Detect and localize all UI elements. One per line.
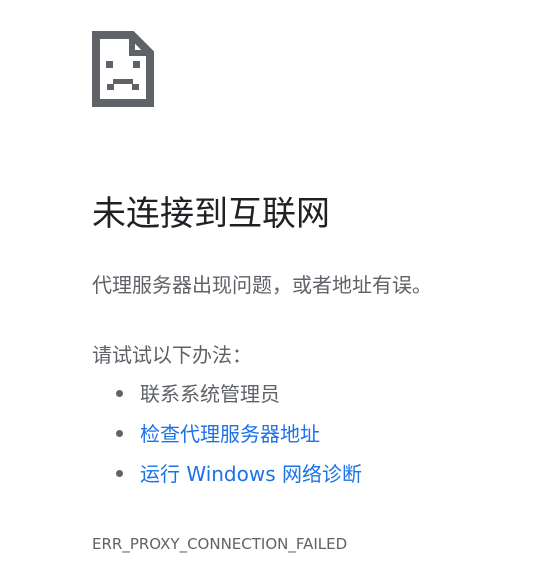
sad-page-icon — [92, 31, 154, 107]
run-network-diagnostics-link[interactable]: 运行 Windows 网络诊断 — [140, 462, 362, 486]
suggestion-item-network-diagnostics: 运行 Windows 网络诊断 — [112, 454, 362, 494]
error-code: ERR_PROXY_CONNECTION_FAILED — [92, 535, 348, 553]
page-title: 未连接到互联网 — [92, 194, 330, 234]
bullet-icon — [116, 470, 123, 477]
suggestion-item-check-proxy: 检查代理服务器地址 — [112, 414, 362, 454]
suggestions-list: 联系系统管理员 检查代理服务器地址 运行 Windows 网络诊断 — [112, 374, 362, 494]
error-message: 代理服务器出现问题，或者地址有误。 — [92, 273, 432, 297]
check-proxy-address-link[interactable]: 检查代理服务器地址 — [140, 422, 320, 446]
suggestion-label: 联系系统管理员 — [140, 382, 280, 406]
bullet-icon — [116, 390, 123, 397]
suggestion-item-contact-admin: 联系系统管理员 — [112, 374, 362, 414]
bullet-icon — [116, 430, 123, 437]
suggestions-heading: 请试试以下办法： — [92, 343, 252, 367]
